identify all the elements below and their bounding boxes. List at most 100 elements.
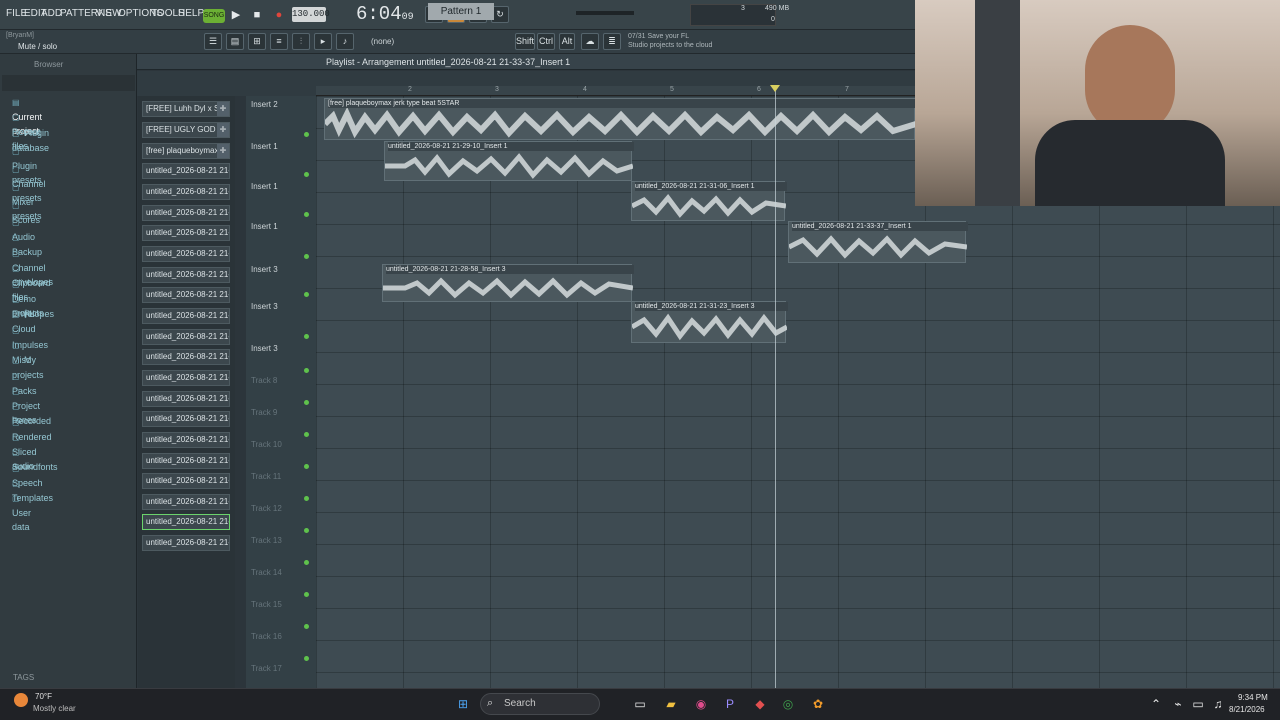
channel-item[interactable]: untitled_2026-08-21 21-..: [142, 246, 230, 262]
channel-item[interactable]: untitled_2026-08-21 21-..: [142, 432, 230, 448]
news-icon[interactable]: ≣: [603, 33, 621, 50]
menu-help[interactable]: HELP: [178, 8, 204, 19]
track-led[interactable]: [304, 624, 309, 629]
davinci-icon[interactable]: ◆: [752, 696, 768, 712]
audio-clip[interactable]: [free] plaqueboymax jerk type beat 5STAR: [324, 98, 917, 140]
browser-item-sliced-audio[interactable]: ▢Sliced audio: [12, 430, 37, 471]
channel-rack-icon[interactable]: ⊞: [248, 33, 266, 50]
track-label[interactable]: Track 15: [251, 600, 282, 609]
audio-clip[interactable]: untitled_2026-08-21 21-31-06_Insert 1: [631, 181, 787, 221]
browser-item-clipboard-files[interactable]: ▢Clipboard files: [12, 261, 51, 302]
channel-item[interactable]: untitled_2026-08-21 21-..: [142, 205, 230, 221]
playlist-window-icon[interactable]: ☰: [204, 33, 222, 50]
master-volume-slider[interactable]: [576, 11, 634, 15]
browser-item-fl-cloud[interactable]: ▢ FL Cloud: [12, 307, 36, 334]
audio-clip[interactable]: untitled_2026-08-21 21-33-37_Insert 1: [788, 221, 968, 263]
browser-item-audio[interactable]: ▢Audio: [12, 215, 35, 242]
track-label[interactable]: Insert 1: [251, 222, 278, 231]
task-view-icon[interactable]: ▭: [632, 696, 648, 712]
browser-item-user-data[interactable]: ▢User data: [12, 491, 31, 532]
channel-item[interactable]: untitled_2026-08-21 21-..: [142, 308, 230, 324]
file-explorer-icon[interactable]: ▰: [663, 696, 679, 712]
browser-item-demo-projects[interactable]: ▢Demo projects: [12, 277, 44, 318]
track-led[interactable]: [304, 464, 309, 469]
channel-item[interactable]: untitled_2026-08-21 21-..: [142, 453, 230, 469]
track-label[interactable]: Track 8: [251, 376, 277, 385]
browser-item-plugin-database[interactable]: ▢ Plugin database: [12, 126, 49, 153]
clock-date[interactable]: 8/21/2026: [1229, 705, 1265, 714]
track-label[interactable]: Insert 1: [251, 142, 278, 151]
channel-item[interactable]: untitled_2026-08-21 21-..: [142, 391, 230, 407]
browser-item-plugin-presets[interactable]: ▢Plugin presets: [12, 144, 42, 185]
track-led[interactable]: [304, 496, 309, 501]
track-label[interactable]: Track 17: [251, 664, 282, 673]
audio-clip[interactable]: untitled_2026-08-21 21-28-58_Insert 3: [382, 264, 634, 302]
track-led[interactable]: [304, 292, 309, 297]
piano-roll-icon[interactable]: ▤: [226, 33, 244, 50]
plugin-picker-icon[interactable]: ⫶: [292, 33, 310, 50]
windows-start-icon[interactable]: ⊞: [455, 696, 471, 712]
track-led[interactable]: [304, 368, 309, 373]
track-label[interactable]: Track 11: [251, 472, 281, 481]
browser-item-mixer-presets[interactable]: ▢Mixer presets: [12, 180, 42, 221]
track-led[interactable]: [304, 400, 309, 405]
channel-item[interactable]: untitled_2026-08-21 21-..: [142, 349, 230, 365]
track-led[interactable]: [304, 592, 309, 597]
channel-item[interactable]: untitled_2026-08-21 21-..: [142, 494, 230, 510]
pattern-none[interactable]: (none): [371, 37, 394, 46]
channel-item[interactable]: untitled_2026-08-21 21-..: [142, 287, 230, 303]
browser-item-envelopes[interactable]: ▢Envelopes: [12, 292, 54, 319]
track-label[interactable]: Insert 3: [251, 344, 278, 353]
record-icon[interactable]: ●: [271, 7, 287, 23]
channel-item[interactable]: untitled_2026-08-21 21-..: [142, 184, 230, 200]
browser-item-packs[interactable]: ▢Packs: [12, 369, 37, 396]
track-label[interactable]: Track 14: [251, 568, 282, 577]
browser-icon[interactable]: ▸: [314, 33, 332, 50]
browser-item-channel-presets[interactable]: ▢Channel presets: [12, 162, 46, 203]
tray-chevron-icon[interactable]: ⌃: [1148, 696, 1164, 712]
track-label[interactable]: Track 12: [251, 504, 282, 513]
chrome-icon[interactable]: ◎: [780, 696, 796, 712]
display-icon[interactable]: ▭: [1190, 696, 1206, 712]
stop-icon[interactable]: ■: [249, 7, 265, 23]
fl-studio-icon[interactable]: ✿: [810, 696, 826, 712]
playhead[interactable]: [775, 86, 776, 688]
play-icon[interactable]: ▶: [228, 7, 244, 23]
browser-item-soundfonts[interactable]: ▢Soundfonts: [12, 445, 58, 472]
track-label[interactable]: Insert 1: [251, 182, 278, 191]
network-icon[interactable]: ⌁: [1170, 696, 1186, 712]
track-led[interactable]: [304, 528, 309, 533]
browser-item-templates[interactable]: ▢Templates: [12, 476, 53, 503]
track-led[interactable]: [304, 212, 309, 217]
track-label[interactable]: Track 9: [251, 408, 277, 417]
shift-key[interactable]: Shift: [515, 33, 535, 50]
channel-item[interactable]: untitled_2026-08-21 21-..: [142, 370, 230, 386]
channel-item[interactable]: [FREE] UGLY GOD TYP.. ✛: [142, 122, 230, 138]
alt-key[interactable]: Alt: [559, 33, 575, 50]
browser-item-project-bones[interactable]: ▢Project bones: [12, 384, 40, 425]
song-mode-button[interactable]: SONG: [203, 9, 225, 23]
browser-item-recorded[interactable]: ▢Recorded: [12, 399, 51, 426]
track-led[interactable]: [304, 334, 309, 339]
channel-item[interactable]: untitled_2026-08-21 21-..: [142, 535, 230, 551]
volume-icon[interactable]: ♫: [1210, 696, 1226, 712]
track-led[interactable]: [304, 172, 309, 177]
channel-item[interactable]: untitled_2026-08-21 21-..: [142, 411, 230, 427]
track-label[interactable]: Insert 2: [251, 100, 278, 109]
weather-icon[interactable]: [14, 693, 28, 707]
channel-item[interactable]: [FREE] Luhh Dyl x Sa.. ✛: [142, 101, 230, 117]
audio-clip[interactable]: untitled_2026-08-21 21-29-10_Insert 1: [384, 141, 634, 181]
track-led[interactable]: [304, 254, 309, 259]
channel-item[interactable]: [free] plaqueboymax.. ✛: [142, 143, 230, 159]
browser-item-backup[interactable]: ▢Backup: [12, 230, 42, 257]
track-led[interactable]: [304, 656, 309, 661]
mixer-icon[interactable]: ≡: [270, 33, 288, 50]
browser-item-impulses[interactable]: ▢Impulses: [12, 323, 48, 350]
channel-item[interactable]: untitled_2026-08-21 21-..: [142, 225, 230, 241]
browser-item-speech[interactable]: ▢Speech: [12, 461, 43, 488]
track-led[interactable]: [304, 132, 309, 137]
track-led[interactable]: [304, 560, 309, 565]
browser-item-my-projects[interactable]: ▢ My projects: [12, 353, 44, 380]
browser-item-current-project[interactable]: ▤Current project: [12, 95, 42, 136]
cloud-icon[interactable]: ☁: [581, 33, 599, 50]
